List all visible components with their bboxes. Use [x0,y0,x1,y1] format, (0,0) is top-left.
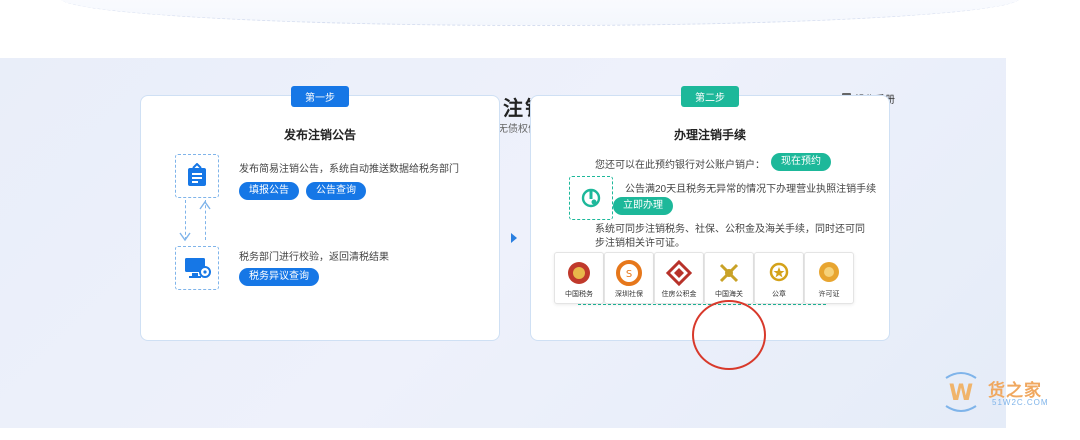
logo-social-security: S 深圳社保 [604,252,654,304]
license-icon [819,262,839,282]
logo-connector-line [578,304,826,305]
logo-customs: 中国海关 [704,252,754,304]
watermark-sub: 51W2C.COM [992,398,1049,407]
step2-tag: 第二步 [681,86,739,107]
step1-item1-desc: 发布简易注销公告，系统自动推送数据给税务部门 [239,164,459,175]
logo-label: 公章 [772,291,786,298]
watermark-logo-icon: W [945,372,977,412]
watermark: W 货之家 51W2C.COM [938,362,1078,422]
license-cancel-icon-box [569,176,613,220]
license-cancel-icon [581,188,601,208]
fill-announcement-button[interactable]: 填报公告 [239,182,299,200]
logo-label: 深圳社保 [615,291,643,298]
arrow-down-icon [179,232,191,242]
step1-title: 发布注销公告 [283,128,356,142]
svg-text:S: S [626,269,632,280]
customs-emblem-icon [719,263,739,283]
step1-item2-desc: 税务部门进行校验，返回清税结果 [239,252,389,263]
logo-label: 中国税务 [565,291,593,298]
customs-highlight-circle [692,300,766,370]
bank-reserve-text: 您还可以在此预约银行对公账户销户： [595,160,765,171]
reserve-now-button[interactable]: 现在预约 [771,153,831,171]
monitor-gear-icon [185,258,211,278]
arrow-up-icon [199,200,211,210]
announcement-icon-box [175,154,219,198]
tax-emblem-icon [568,262,590,284]
seal-icon [769,262,789,282]
logo-label: 中国海关 [715,291,743,298]
announcement-query-button[interactable]: 公告查询 [306,182,366,200]
step-arrow-icon [511,233,517,243]
logo-tax: 中国税务 [554,252,604,304]
logo-label: 许可证 [818,291,840,298]
top-banner-arc [60,0,1020,26]
tax-verify-icon-box [175,246,219,290]
logo-seal: 公章 [754,252,804,304]
step1-card: 第一步 发布注销公告 发布简易注销公告，系统自动推送数据给税务部门 填报公告 公… [140,86,500,341]
housing-fund-icon [665,259,693,287]
svg-text:W: W [949,381,973,406]
logo-license: 许可证 [804,252,854,304]
process-now-button[interactable]: 立即办理 [613,197,673,215]
announcement-icon [188,163,206,186]
license-notice-text: 公告满20天且税务无异常的情况下办理营业执照注销手续 [625,184,877,195]
sync-text-line1: 系统可同步注销税务、社保、公积金及海关手续，同时还可同 [595,224,865,235]
sync-text-line2: 步注销相关许可证。 [595,238,685,249]
step2-title: 办理注销手续 [673,128,746,142]
step1-tag: 第一步 [291,86,349,107]
logo-housing-fund: 住房公积金 [654,252,704,304]
social-security-icon: S [616,260,642,286]
logo-label: 住房公积金 [661,291,697,298]
tax-objection-query-button[interactable]: 税务异议查询 [239,268,319,286]
